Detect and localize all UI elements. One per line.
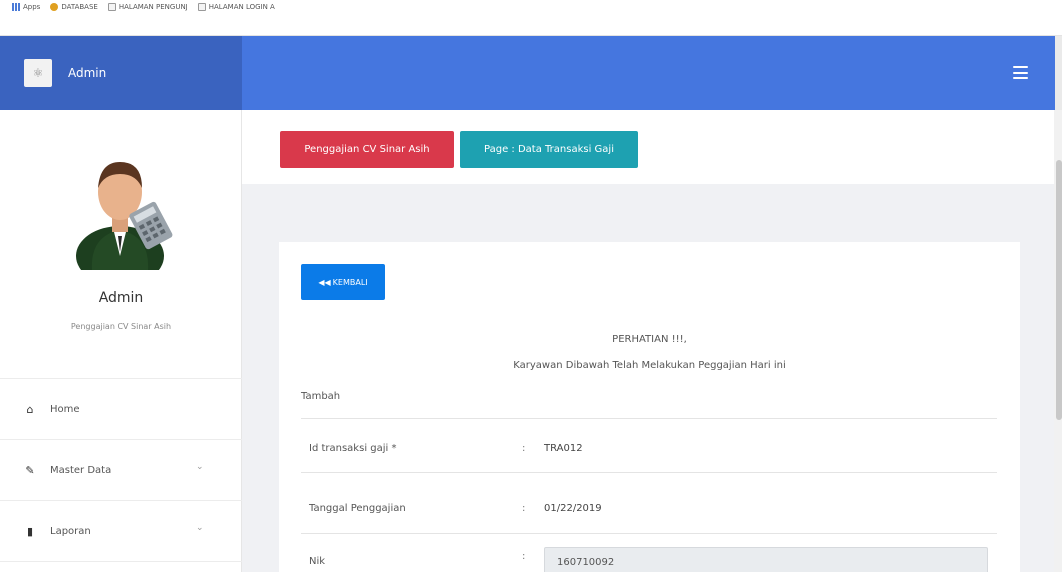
- back-button-label: KEMBALI: [332, 277, 368, 287]
- page-icon: [107, 3, 116, 11]
- back-button[interactable]: ◀◀ KEMBALI: [301, 264, 385, 300]
- field-colon: :: [522, 443, 526, 454]
- sidebar-item-laporan[interactable]: ▮ Laporan ⌄: [0, 500, 242, 561]
- divider: [301, 418, 997, 419]
- notice-text: Karyawan Dibawah Telah Melakukan Peggaji…: [513, 360, 786, 371]
- sidebar-item-master-data[interactable]: ✎ Master Data ⌄: [0, 439, 242, 500]
- sidebar-divider: [0, 561, 242, 572]
- breadcrumb-app[interactable]: Penggajian CV Sinar Asih: [280, 131, 454, 168]
- bookmarks-bar: Apps DATABASE HALAMAN PENGUNJ HALAMAN LO…: [0, 0, 1062, 36]
- field-label-nik: Nik: [309, 556, 326, 567]
- breadcrumb-page[interactable]: Page : Data Transaksi Gaji: [460, 131, 638, 168]
- double-chevron-left-icon: ◀◀: [318, 277, 331, 287]
- bookmark-database[interactable]: DATABASE: [50, 3, 98, 11]
- divider: [301, 472, 997, 473]
- section-title: Tambah: [301, 391, 341, 402]
- sidebar-item-label: Master Data: [50, 464, 112, 476]
- page-scrollbar-thumb[interactable]: [1056, 160, 1062, 420]
- brand-name: Admin: [68, 66, 107, 80]
- bookmark-halaman-login[interactable]: HALAMAN LOGIN A: [197, 3, 275, 11]
- user-name: Admin: [98, 290, 144, 306]
- top-navbar: ⚛ Admin: [0, 36, 1062, 110]
- brand[interactable]: ⚛ Admin: [0, 36, 242, 110]
- form-card: [279, 242, 1020, 572]
- field-label-tanggal: Tanggal Penggajian: [309, 503, 406, 514]
- apps-grid-icon: [12, 3, 20, 11]
- page-icon: [197, 3, 206, 11]
- home-icon: ⌂: [26, 402, 34, 416]
- database-icon: [50, 3, 59, 11]
- field-colon: :: [522, 551, 526, 562]
- chevron-down-icon: ⌄: [196, 523, 204, 533]
- nik-input[interactable]: 160710092: [544, 547, 988, 572]
- field-value-tanggal: 01/22/2019: [544, 503, 602, 514]
- sidebar-item-home[interactable]: ⌂ Home: [0, 378, 242, 439]
- sidebar: Admin Penggajian CV Sinar Asih ⌂ Home ✎ …: [0, 110, 242, 572]
- sidebar-item-label: Laporan: [50, 525, 91, 537]
- field-colon: :: [522, 503, 526, 514]
- bookmark-apps[interactable]: Apps: [12, 3, 40, 11]
- window-scrollbar: [1055, 36, 1062, 110]
- field-label-id-transaksi: Id transaksi gaji *: [309, 443, 397, 454]
- field-value-id-transaksi: TRA012: [544, 443, 583, 454]
- edit-icon: ✎: [25, 463, 35, 477]
- bookmark-halaman-pengunjung[interactable]: HALAMAN PENGUNJ: [107, 3, 188, 11]
- divider: [301, 533, 997, 534]
- menu-toggle-icon[interactable]: [1013, 66, 1028, 79]
- notice-title: PERHATIAN !!!,: [612, 334, 687, 345]
- user-role: Penggajian CV Sinar Asih: [70, 322, 172, 331]
- chevron-down-icon: ⌄: [196, 462, 204, 472]
- user-avatar-icon: [76, 162, 173, 270]
- sidebar-item-label: Home: [50, 403, 80, 415]
- brand-logo-icon: ⚛: [24, 59, 52, 87]
- book-icon: ▮: [26, 524, 34, 538]
